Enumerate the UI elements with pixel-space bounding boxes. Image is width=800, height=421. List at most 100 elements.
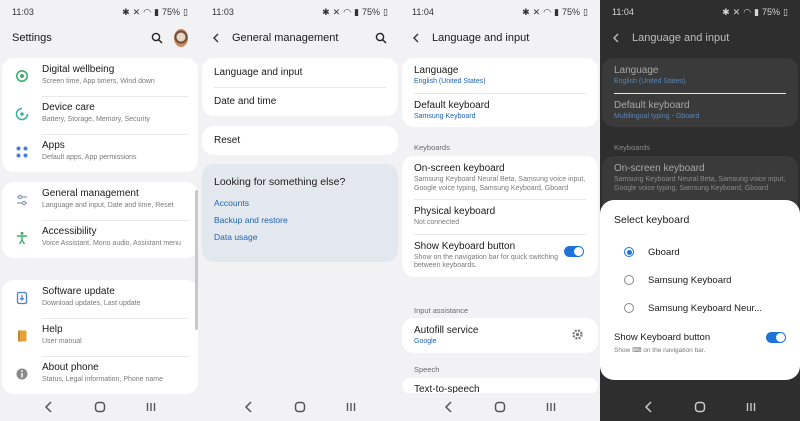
battery-level: 75% [162, 7, 181, 17]
menu-item-default-keyboard: Default keyboard Multilingual typing - G… [602, 92, 798, 128]
keyboards-card: On-screen keyboard Samsung Keyboard Neur… [402, 156, 598, 277]
language-card: Language English (United States) Default… [402, 58, 598, 127]
show-keyboard-button-toggle[interactable] [564, 245, 584, 257]
settings-item-device-care[interactable]: Device care Battery, Storage, Memory, Se… [2, 96, 198, 134]
recents-nav-button[interactable] [343, 399, 359, 415]
suggestion-title: Looking for something else? [214, 176, 346, 188]
settings-item-digital-wellbeing[interactable]: Digital wellbeing Screen time, App timer… [2, 58, 198, 96]
back-arrow-icon[interactable] [412, 31, 426, 46]
item-title: Digital wellbeing [42, 64, 115, 75]
scrollbar[interactable] [195, 190, 198, 330]
radio-button-selected[interactable] [624, 247, 634, 257]
back-nav-button[interactable] [641, 399, 657, 415]
settings-group-2: General management Language and input, D… [2, 182, 198, 258]
item-subtitle: User manual [42, 338, 82, 345]
option-label: Samsung Keyboard [648, 274, 732, 286]
mute-icon: ✕ [732, 6, 741, 17]
menu-item-show-keyboard-button[interactable]: Show Keyboard button Show on the navigat… [402, 233, 598, 277]
status-bar: 11:04 ✱ ✕ ◠ ▮ 75% ▯ [600, 0, 800, 24]
keyboard-option-samsung-keyboard-neural[interactable]: Samsung Keyboard Neur... [614, 294, 786, 322]
settings-item-accessibility[interactable]: Accessibility Voice Assistant, Mono audi… [2, 220, 198, 258]
settings-item-general-management[interactable]: General management Language and input, D… [2, 182, 198, 220]
help-icon [14, 328, 30, 344]
signal-icon: ▮ [754, 6, 760, 17]
avatar[interactable] [174, 29, 188, 47]
item-title: Language [614, 65, 659, 76]
select-keyboard-screen: 11:04 ✱ ✕ ◠ ▮ 75% ▯ Language and input L… [600, 0, 800, 421]
link-accounts[interactable]: Accounts [214, 198, 386, 208]
mute-icon: ✕ [532, 6, 541, 17]
option-label: Samsung Keyboard Neur... [648, 302, 763, 314]
recents-nav-button[interactable] [143, 399, 159, 415]
reset-card: Reset [202, 126, 398, 155]
radio-button[interactable] [624, 275, 634, 285]
status-icons: ✱ ✕ ◠ ▮ 75% ▯ [522, 7, 588, 18]
menu-item-date-and-time[interactable]: Date and time [202, 87, 398, 116]
menu-item-reset[interactable]: Reset [202, 126, 398, 155]
keyboard-option-samsung-keyboard[interactable]: Samsung Keyboard [614, 266, 786, 294]
recents-nav-button[interactable] [743, 399, 759, 415]
show-keyboard-button-row[interactable]: Show Keyboard button Show ⌨ on the navig… [614, 332, 786, 354]
keyboard-option-gboard[interactable]: Gboard [614, 238, 786, 266]
navigation-bar [600, 393, 800, 421]
wifi-icon: ◠ [543, 6, 552, 17]
link-data-usage[interactable]: Data usage [214, 232, 386, 242]
back-arrow-icon[interactable] [212, 31, 226, 46]
menu-item-text-to-speech[interactable]: Text-to-speech [402, 378, 598, 394]
navigation-bar [0, 393, 200, 421]
item-title: Device care [42, 102, 95, 113]
item-title: Show Keyboard button [414, 240, 516, 252]
home-nav-button[interactable] [92, 399, 108, 415]
search-icon[interactable] [374, 31, 388, 45]
back-nav-button[interactable] [41, 399, 57, 415]
menu-item-language[interactable]: Language English (United States) [402, 58, 598, 93]
status-time: 11:04 [412, 7, 434, 17]
menu-item-default-keyboard[interactable]: Default keyboard Samsung Keyboard [402, 92, 598, 128]
navigation-bar [200, 393, 400, 421]
settings-header: Settings [0, 26, 200, 50]
item-title: Software update [42, 286, 115, 297]
recents-nav-button[interactable] [543, 399, 559, 415]
item-subtitle: Show on the navigation bar for quick swi… [414, 253, 558, 270]
home-nav-button[interactable] [292, 399, 308, 415]
back-nav-button[interactable] [241, 399, 257, 415]
settings-item-software-update[interactable]: Software update Download updates, Last u… [2, 280, 198, 318]
item-title: General management [42, 188, 139, 199]
speech-card: Text-to-speech [402, 378, 598, 394]
settings-item-about-phone[interactable]: About phone Status, Legal information, P… [2, 356, 198, 394]
settings-item-help[interactable]: Help User manual [2, 318, 198, 356]
page-title: Settings [12, 32, 52, 44]
signal-icon: ▮ [354, 6, 360, 17]
item-value: Samsung Keyboard [414, 112, 476, 120]
back-nav-button[interactable] [441, 399, 457, 415]
option-label: Gboard [648, 246, 680, 258]
search-icon[interactable] [150, 31, 164, 45]
section-label-input-assistance: Input assistance [414, 306, 469, 315]
menu-item-autofill-service[interactable]: Autofill service Google [402, 318, 598, 353]
select-keyboard-dialog: Select keyboard Gboard Samsung Keyboard … [600, 200, 800, 380]
language-card-dimmed: Language English (United States) Default… [602, 58, 798, 127]
settings-item-apps[interactable]: Apps Default apps, App permissions [2, 134, 198, 172]
home-nav-button[interactable] [492, 399, 508, 415]
signal-icon: ▮ [554, 6, 560, 17]
item-subtitle: Screen time, App timers, Wind down [42, 78, 155, 85]
menu-item-language: Language English (United States) [602, 58, 798, 93]
menu-item-language-and-input[interactable]: Language and input [202, 58, 398, 87]
gear-icon[interactable] [571, 328, 584, 346]
general-management-icon [14, 192, 30, 208]
menu-item-on-screen-keyboard[interactable]: On-screen keyboard Samsung Keyboard Neur… [402, 156, 598, 199]
general-management-list: Language and input Date and time [202, 58, 398, 116]
signal-icon: ▮ [154, 6, 160, 17]
page-title: Language and input [432, 32, 530, 44]
menu-item-physical-keyboard[interactable]: Physical keyboard Not connected [402, 199, 598, 234]
show-keyboard-button-toggle[interactable] [766, 332, 786, 343]
item-title: Physical keyboard [414, 206, 496, 217]
item-subtitle: Download updates, Last update [42, 300, 141, 307]
settings-screen: 11:03 ✱ ✕ ◠ ▮ 75% ▯ Settings Digital wel… [0, 0, 200, 421]
link-backup-and-restore[interactable]: Backup and restore [214, 215, 386, 225]
home-nav-button[interactable] [692, 399, 708, 415]
status-icons: ✱ ✕ ◠ ▮ 75% ▯ [322, 7, 388, 18]
radio-button[interactable] [624, 303, 634, 313]
item-subtitle: Language and input, Date and time, Reset [42, 202, 174, 209]
wifi-icon: ◠ [743, 6, 752, 17]
